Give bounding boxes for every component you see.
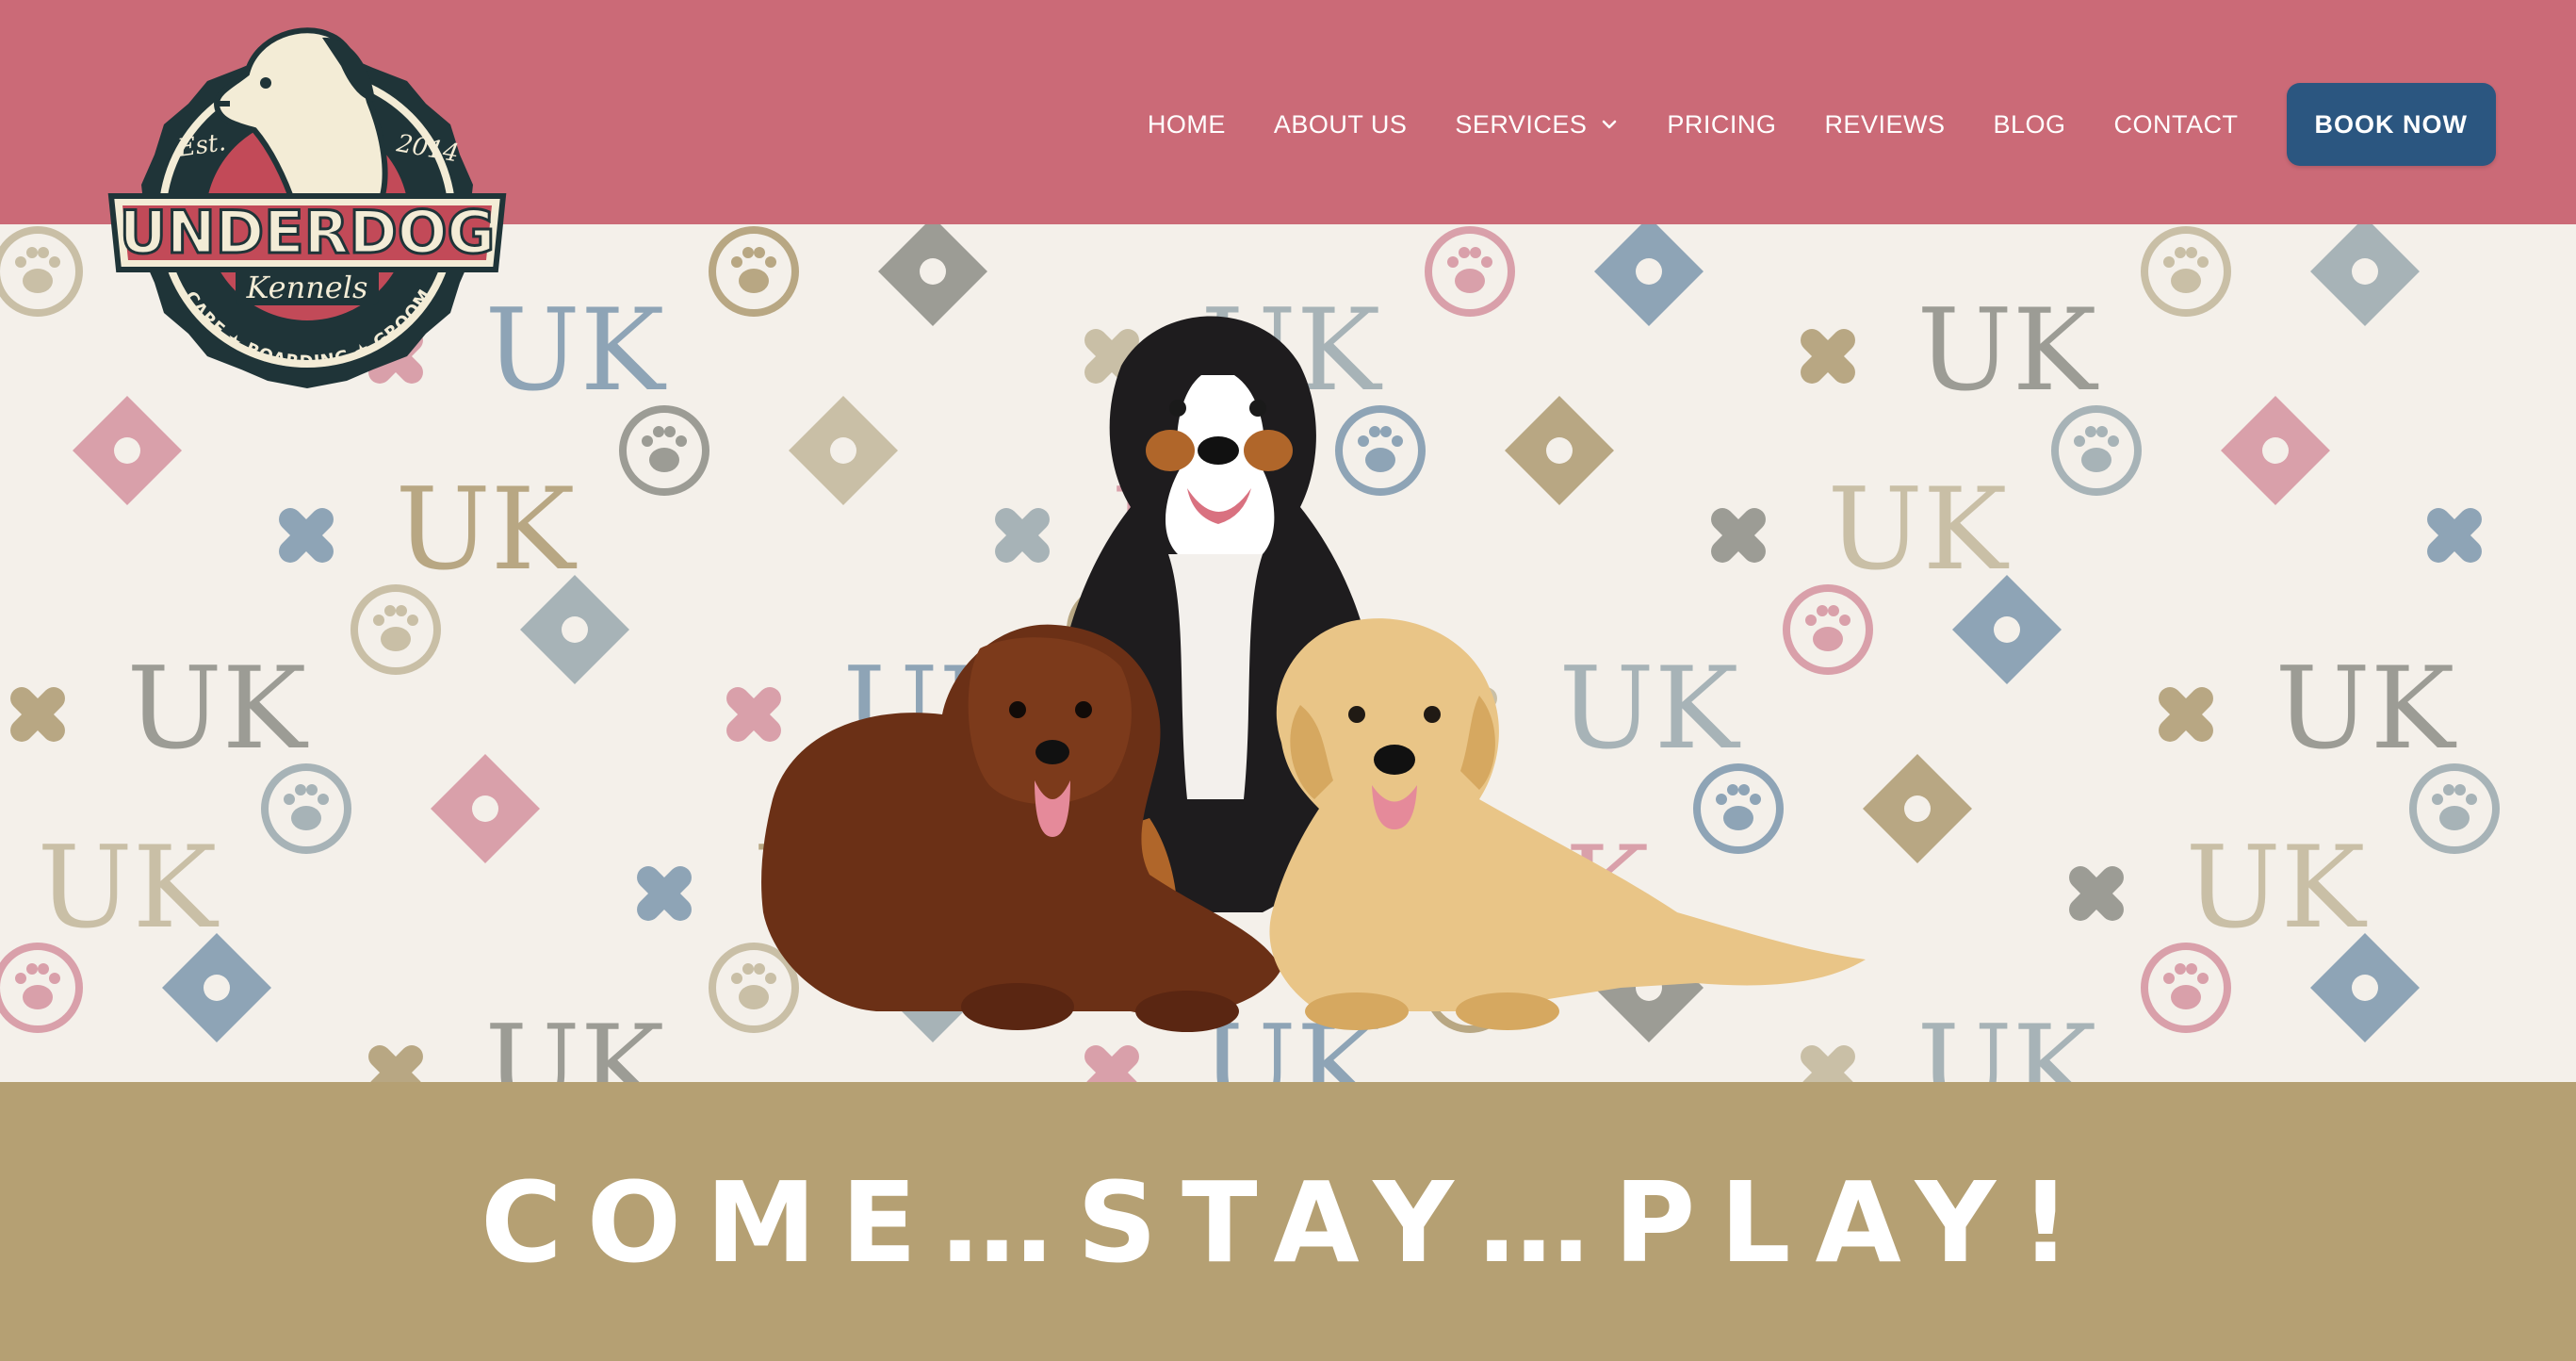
tagline-band: COME…STAY…PLAY! [0, 1082, 2576, 1361]
nav-home[interactable]: HOME [1148, 110, 1226, 139]
nav-pricing-label: PRICING [1667, 109, 1777, 139]
nav-contact-label: CONTACT [2113, 109, 2239, 139]
nav-blog[interactable]: BLOG [1993, 110, 2065, 139]
logo-wordmark: UNDERDOG [120, 198, 496, 267]
svg-text:UK: UK [1917, 1002, 2099, 1082]
logo-sub-wordmark: Kennels [246, 270, 368, 305]
underdog-kennels-logo[interactable]: Est. 2014 UNDERDOG Kennels DAYCARE ★ BOA… [106, 17, 509, 402]
nav-about-label: ABOUT US [1273, 109, 1408, 139]
nav-reviews-label: REVIEWS [1824, 109, 1946, 139]
main-nav: HOME ABOUT US SERVICES PRICING REVIEWS B… [1148, 83, 2496, 166]
hero-tagline: COME…STAY…PLAY! [481, 1157, 2095, 1287]
nav-reviews[interactable]: REVIEWS [1824, 110, 1945, 139]
nav-about-us[interactable]: ABOUT US [1274, 110, 1408, 139]
nav-services-label: SERVICES [1455, 109, 1588, 139]
svg-text:UK: UK [38, 823, 220, 954]
book-now-button[interactable]: BOOK NOW [2286, 83, 2496, 166]
svg-text:UK: UK [1917, 286, 2099, 417]
dogs-group-image [761, 316, 1866, 1032]
nav-services[interactable]: SERVICES [1455, 110, 1619, 139]
nav-home-label: HOME [1147, 109, 1226, 139]
svg-text:UK: UK [127, 644, 309, 775]
svg-text:UK: UK [485, 1002, 667, 1082]
svg-text:UK: UK [396, 465, 578, 596]
nav-blog-label: BLOG [1993, 109, 2066, 139]
svg-text:UK: UK [485, 286, 667, 417]
svg-text:UK: UK [2275, 644, 2457, 775]
svg-text:UK: UK [2186, 823, 2368, 954]
nav-pricing[interactable]: PRICING [1667, 110, 1776, 139]
chevron-down-icon [1603, 120, 1617, 129]
golden-retriever-puppy [1269, 618, 1866, 1030]
nav-contact[interactable]: CONTACT [2114, 110, 2239, 139]
